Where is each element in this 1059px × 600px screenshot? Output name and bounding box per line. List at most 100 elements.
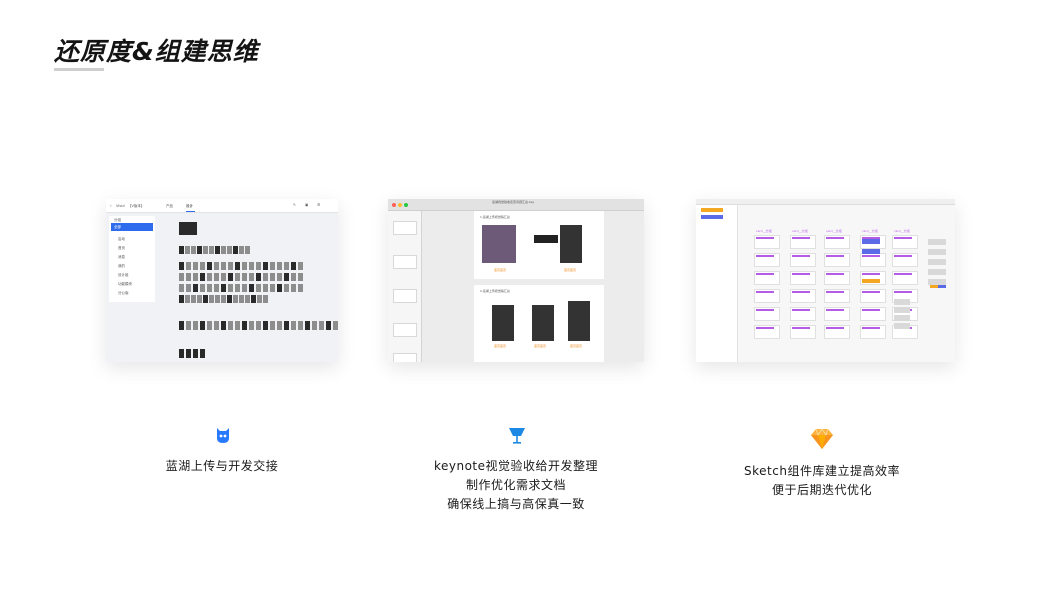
artboard-thumb[interactable] [249, 262, 254, 270]
artboard-thumb[interactable] [179, 262, 184, 270]
component-block[interactable] [928, 249, 946, 255]
artboard-thumb[interactable] [319, 321, 324, 330]
component-block[interactable] [826, 273, 844, 275]
slide-thumb[interactable] [393, 323, 417, 337]
artboard-thumb[interactable] [256, 284, 261, 292]
artboard-thumb[interactable] [245, 295, 250, 303]
artboard-thumb[interactable] [186, 273, 191, 281]
component-block[interactable] [894, 255, 912, 257]
artboard-thumb[interactable] [239, 246, 244, 254]
component-block[interactable] [930, 285, 938, 288]
artboard-thumb[interactable] [249, 273, 254, 281]
component-block[interactable] [792, 327, 810, 329]
artboard-thumb[interactable] [227, 295, 232, 303]
artboard-thumb[interactable] [251, 295, 256, 303]
component-block[interactable] [862, 255, 880, 257]
artboard-thumb[interactable] [277, 321, 282, 330]
artboard-thumb[interactable] [221, 262, 226, 270]
component-block[interactable] [826, 309, 844, 311]
artboard-thumb[interactable] [207, 284, 212, 292]
component-block[interactable] [756, 291, 774, 293]
artboard-thumb[interactable] [235, 321, 240, 330]
artboard-thumb[interactable] [298, 262, 303, 270]
artboard-thumb[interactable] [249, 284, 254, 292]
artboard-thumb[interactable] [200, 349, 205, 358]
artboard-thumb[interactable] [191, 246, 196, 254]
component-block[interactable] [826, 327, 844, 329]
artboard-thumb[interactable] [179, 273, 184, 281]
component-block[interactable] [792, 309, 810, 311]
artboard-thumb[interactable] [179, 284, 184, 292]
back-label[interactable]: Vivid [116, 204, 125, 208]
artboard-thumb[interactable] [270, 262, 275, 270]
artboard-thumb[interactable] [221, 246, 226, 254]
back-icon[interactable]: ‹ [110, 203, 112, 208]
component-block[interactable] [862, 309, 880, 311]
artboard-thumb[interactable] [207, 262, 212, 270]
artboard-thumb[interactable] [256, 321, 261, 330]
component-block[interactable] [894, 323, 910, 329]
artboard-thumb[interactable] [242, 321, 247, 330]
artboard-thumb[interactable] [186, 321, 191, 330]
artboard-thumb[interactable] [207, 273, 212, 281]
artboard-thumb[interactable] [242, 273, 247, 281]
component-block[interactable] [756, 273, 774, 275]
artboard-thumb[interactable] [191, 295, 196, 303]
artboard-thumb[interactable] [291, 273, 296, 281]
artboard-thumb[interactable] [203, 295, 208, 303]
artboard-thumb[interactable] [245, 246, 250, 254]
artboard-thumb[interactable] [270, 284, 275, 292]
sidebar-item-7[interactable]: 分公版 [118, 291, 129, 296]
component-block[interactable] [894, 291, 912, 293]
artboard-thumb[interactable] [233, 246, 238, 254]
artboard-thumb[interactable] [200, 262, 205, 270]
close-dot[interactable] [392, 203, 396, 207]
artboard-thumb[interactable] [193, 262, 198, 270]
component-block[interactable] [928, 279, 946, 285]
component-block[interactable] [826, 237, 844, 239]
component-block[interactable] [894, 299, 910, 305]
component-block[interactable] [826, 291, 844, 293]
artboard-thumb[interactable] [312, 321, 317, 330]
component-block[interactable] [862, 249, 880, 254]
artboard-thumb[interactable] [197, 295, 202, 303]
artboard-thumb[interactable] [263, 295, 268, 303]
artboard-thumb[interactable] [298, 321, 303, 330]
artboard-thumb[interactable] [235, 284, 240, 292]
artboard-thumb[interactable] [221, 295, 226, 303]
artboard-thumb[interactable] [193, 284, 198, 292]
artboard-thumb[interactable] [186, 284, 191, 292]
artboard-thumb[interactable] [298, 273, 303, 281]
component-block[interactable] [826, 255, 844, 257]
grid-icon[interactable]: ▣ [305, 203, 308, 207]
artboard-thumb[interactable] [249, 321, 254, 330]
component-block[interactable] [792, 237, 810, 239]
artboard-thumb[interactable] [305, 321, 310, 330]
component-block[interactable] [894, 273, 912, 275]
artboard-thumb[interactable] [228, 273, 233, 281]
artboard-thumb[interactable] [186, 262, 191, 270]
component-block[interactable] [938, 285, 946, 288]
artboard-thumb[interactable] [214, 273, 219, 281]
component-block[interactable] [756, 327, 774, 329]
artboard-thumb[interactable] [179, 222, 197, 235]
artboard-thumb[interactable] [239, 295, 244, 303]
artboard-thumb[interactable] [277, 273, 282, 281]
component-block[interactable] [862, 239, 880, 244]
sidebar-item-2[interactable]: 首页 [118, 246, 125, 251]
component-block[interactable] [928, 259, 946, 265]
artboard-thumb[interactable] [193, 273, 198, 281]
artboard-thumb[interactable] [227, 246, 232, 254]
artboard-thumb[interactable] [228, 321, 233, 330]
artboard-thumb[interactable] [284, 284, 289, 292]
artboard-thumb[interactable] [333, 321, 338, 330]
artboard-thumb[interactable] [179, 246, 184, 254]
artboard-thumb[interactable] [277, 284, 282, 292]
artboard-thumb[interactable] [193, 321, 198, 330]
edit-icon[interactable]: ✎ [293, 203, 296, 207]
component-block[interactable] [792, 255, 810, 257]
artboard-thumb[interactable] [284, 262, 289, 270]
component-block[interactable] [792, 291, 810, 293]
artboard-thumb[interactable] [207, 321, 212, 330]
artboard-thumb[interactable] [233, 295, 238, 303]
